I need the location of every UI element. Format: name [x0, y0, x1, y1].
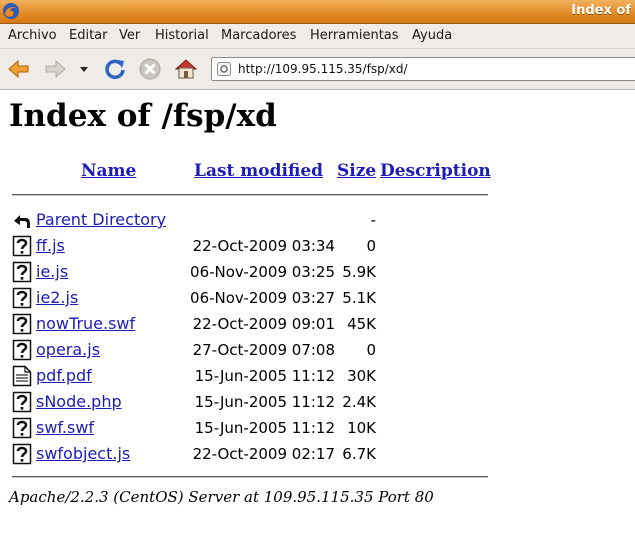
unknown-file-icon: [12, 235, 32, 257]
unknown-file-icon: [12, 313, 32, 335]
url-input[interactable]: [238, 60, 635, 78]
forward-arrow-icon: [45, 59, 66, 79]
file-link[interactable]: ie2.js: [36, 288, 78, 307]
file-row: swfobject.js 22-Oct-2009 02:17 6.7K: [0, 441, 635, 467]
file-row: ff.js 22-Oct-2009 03:34 0: [0, 233, 635, 259]
navigation-toolbar: [0, 49, 635, 90]
chevron-down-icon: [80, 67, 88, 72]
parent-directory-link[interactable]: Parent Directory: [36, 210, 166, 229]
file-size: 0: [366, 237, 376, 255]
unknown-file-icon: [12, 417, 32, 439]
file-size: 5.9K: [342, 263, 376, 281]
file-date: 22-Oct-2009 02:17: [192, 445, 335, 463]
file-date: 27-Oct-2009 07:08: [192, 341, 335, 359]
menu-herramientas[interactable]: Herramientas: [310, 28, 399, 43]
stop-button[interactable]: [137, 56, 163, 82]
back-folder-icon: [14, 215, 30, 228]
file-link[interactable]: nowTrue.swf: [36, 314, 135, 333]
file-row: swf.swf 15-Jun-2005 11:12 10K: [0, 415, 635, 441]
home-button[interactable]: [173, 56, 199, 82]
window-title: Index of: [571, 3, 631, 18]
sort-by-last-modified-link[interactable]: Last modified: [194, 161, 323, 181]
stop-icon: [139, 58, 161, 80]
server-signature: Apache/2.2.3 (CentOS) Server at 109.95.1…: [9, 488, 434, 506]
menu-marcadores[interactable]: Marcadores: [221, 28, 296, 43]
file-date: 22-Oct-2009 09:01: [192, 315, 335, 333]
document-icon: [12, 365, 32, 387]
file-size: 0: [366, 341, 376, 359]
file-size: 5.1K: [342, 289, 376, 307]
file-row: ie2.js 06-Nov-2009 03:27 5.1K: [0, 285, 635, 311]
menu-ver[interactable]: Ver: [119, 28, 140, 43]
file-row: opera.js 27-Oct-2009 07:08 0: [0, 337, 635, 363]
file-date: 15-Jun-2005 11:12: [194, 419, 335, 437]
file-date: 06-Nov-2009 03:25: [190, 263, 335, 281]
file-link[interactable]: ie.js: [36, 262, 68, 281]
file-row: pdf.pdf 15-Jun-2005 11:12 30K: [0, 363, 635, 389]
window-titlebar: Index of: [0, 0, 635, 24]
sort-by-description-link[interactable]: Description: [380, 161, 491, 181]
page-title: Index of /fsp/xd: [9, 98, 277, 134]
file-link[interactable]: swfobject.js: [36, 444, 130, 463]
parent-directory-row: Parent Directory -: [0, 207, 635, 233]
forward-button[interactable]: [42, 56, 68, 82]
file-row: nowTrue.swf 22-Oct-2009 09:01 45K: [0, 311, 635, 337]
page-icon: [217, 62, 231, 76]
menu-ayuda[interactable]: Ayuda: [412, 28, 452, 43]
file-row: ie.js 06-Nov-2009 03:25 5.9K: [0, 259, 635, 285]
file-link[interactable]: pdf.pdf: [36, 366, 92, 385]
unknown-file-icon: [12, 287, 32, 309]
back-button[interactable]: [6, 56, 32, 82]
menu-bar: Archivo Editar Ver Historial Marcadores …: [0, 24, 635, 49]
back-arrow-icon: [8, 59, 29, 79]
file-date: 06-Nov-2009 03:27: [190, 289, 335, 307]
file-link[interactable]: sNode.php: [36, 392, 122, 411]
address-bar[interactable]: [211, 57, 635, 81]
page-content: Index of /fsp/xd Name Last modified Size…: [0, 90, 635, 559]
file-date: 22-Oct-2009 03:34: [192, 237, 335, 255]
file-date: 15-Jun-2005 11:12: [194, 393, 335, 411]
sort-by-name-link[interactable]: Name: [81, 161, 136, 181]
file-size: 6.7K: [342, 445, 376, 463]
menu-historial[interactable]: Historial: [155, 28, 209, 43]
reload-button[interactable]: [102, 56, 128, 82]
header-divider: [12, 194, 488, 196]
unknown-file-icon: [12, 339, 32, 361]
history-dropdown-button[interactable]: [76, 56, 92, 82]
file-link[interactable]: swf.swf: [36, 418, 94, 437]
unknown-file-icon: [12, 443, 32, 465]
home-icon: [174, 59, 198, 79]
unknown-file-icon: [12, 261, 32, 283]
file-size: 10K: [347, 419, 376, 437]
file-link[interactable]: opera.js: [36, 340, 100, 359]
file-size: 30K: [347, 367, 376, 385]
file-link[interactable]: ff.js: [36, 236, 65, 255]
firefox-logo-icon: [3, 3, 19, 19]
file-date: 15-Jun-2005 11:12: [194, 367, 335, 385]
menu-archivo[interactable]: Archivo: [8, 28, 57, 43]
file-size: -: [370, 211, 376, 229]
footer-divider: [12, 476, 488, 478]
unknown-file-icon: [12, 391, 32, 413]
sort-by-size-link[interactable]: Size: [337, 161, 376, 181]
file-row: sNode.php 15-Jun-2005 11:12 2.4K: [0, 389, 635, 415]
file-size: 45K: [347, 315, 376, 333]
reload-icon: [105, 59, 125, 80]
menu-editar[interactable]: Editar: [69, 28, 108, 43]
file-size: 2.4K: [342, 393, 376, 411]
